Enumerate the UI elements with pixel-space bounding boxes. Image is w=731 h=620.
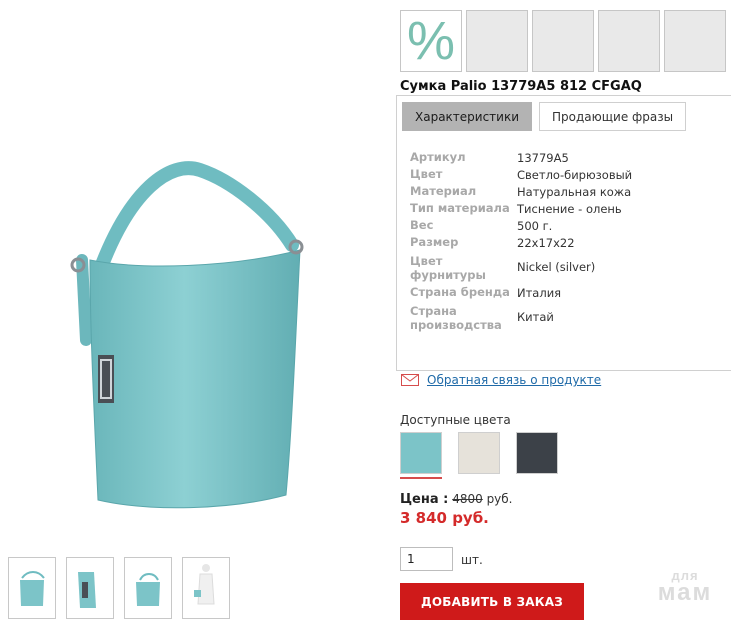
promo-badge-empty	[532, 10, 594, 72]
color-swatch-turquoise[interactable]	[400, 432, 442, 474]
spec-key: Материал	[410, 184, 477, 198]
spec-key: Размер	[410, 235, 459, 249]
spec-row: Вес 500 г.	[410, 218, 632, 235]
spec-key: Цвет фурнитуры	[410, 253, 486, 282]
spec-key: Тип материала	[410, 201, 510, 215]
color-swatch-beige[interactable]	[458, 432, 500, 474]
thumbnail-back[interactable]	[124, 557, 172, 619]
tab-selling-phrases[interactable]: Продающие фразы	[539, 102, 687, 131]
spec-row: Артикул 13779A5	[410, 150, 632, 167]
spec-row: Размер 22x17x22	[410, 235, 632, 252]
tab-bar: Характеристики Продающие фразы	[402, 102, 687, 131]
price-label: Цена :	[400, 492, 449, 507]
feedback-row: Обратная связь о продукте	[401, 373, 601, 387]
spec-row: Страна бренда Италия	[410, 285, 632, 302]
bag-image	[70, 161, 304, 509]
product-info-panel: Характеристики Продающие фразы Артикул 1…	[396, 95, 731, 371]
spec-key: Страна бренда	[410, 285, 510, 299]
spec-key: Вес	[410, 218, 434, 232]
feedback-link[interactable]: Обратная связь о продукте	[427, 373, 601, 387]
main-product-image[interactable]	[60, 150, 310, 520]
tab-characteristics[interactable]: Характеристики	[402, 102, 533, 131]
old-price: 4800	[452, 492, 483, 506]
thumbnail-model[interactable]	[182, 557, 230, 619]
spec-value: Натуральная кожа	[517, 185, 632, 199]
thumbnail-side[interactable]	[66, 557, 114, 619]
spec-value: Nickel (silver)	[517, 260, 596, 274]
spec-value: 13779A5	[517, 151, 569, 165]
thumbnail-front[interactable]	[8, 557, 56, 619]
discount-badge[interactable]: %	[400, 10, 462, 72]
spec-value: Тиснение - олень	[517, 202, 622, 216]
spec-value: 500 г.	[517, 219, 553, 233]
spec-key: Артикул	[410, 150, 466, 164]
old-price-currency: руб.	[486, 492, 513, 506]
mail-icon	[401, 374, 419, 386]
color-swatches	[400, 432, 558, 474]
spec-value: Италия	[517, 286, 562, 300]
add-to-order-button[interactable]: ДОБАВИТЬ В ЗАКАЗ	[400, 583, 584, 620]
spec-row: Цвет фурнитуры Nickel (silver)	[410, 252, 632, 283]
watermark-logo: для мам	[657, 568, 713, 606]
colors-title: Доступные цвета	[400, 413, 511, 427]
price-row: Цена : 4800 руб.	[400, 492, 513, 507]
quantity-input[interactable]	[400, 547, 453, 571]
spec-key: Цвет	[410, 167, 443, 181]
promo-badge-empty	[664, 10, 726, 72]
new-price: 3 840 руб.	[400, 509, 489, 527]
promo-badge-empty	[466, 10, 528, 72]
selected-swatch-indicator	[400, 477, 442, 479]
percent-icon: %	[406, 11, 455, 71]
spec-table: Артикул 13779A5 Цвет Светло-бирюзовый Ма…	[410, 150, 632, 333]
spec-key: Страна производства	[410, 303, 502, 332]
spec-row: Тип материала Тиснение - олень	[410, 201, 632, 218]
promo-badges: %	[400, 10, 726, 72]
product-title: Сумка Palio 13779A5 812 CFGAQ	[400, 79, 642, 94]
spec-row: Цвет Светло-бирюзовый	[410, 167, 632, 184]
color-swatch-dark[interactable]	[516, 432, 558, 474]
spec-value: Светло-бирюзовый	[517, 168, 633, 182]
spec-row: Страна производства Китай	[410, 302, 632, 333]
quantity-unit: шт.	[461, 553, 483, 567]
promo-badge-empty	[598, 10, 660, 72]
spec-row: Материал Натуральная кожа	[410, 184, 632, 201]
spec-value: 22x17x22	[517, 236, 575, 250]
spec-value: Китай	[517, 310, 554, 324]
thumbnail-strip	[8, 557, 230, 619]
